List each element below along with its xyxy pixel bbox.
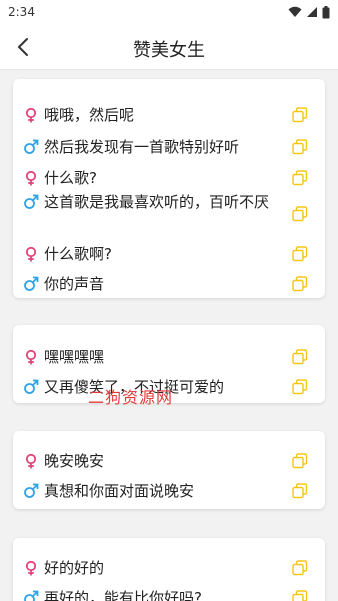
dialog-text: 然后我发现有一首歌特别好听 — [44, 138, 240, 156]
dialog-line: 哦哦，然后呢 — [13, 100, 325, 130]
dialog-text: 这首歌是我最喜欢听的，百听不厌 — [44, 193, 270, 211]
male-icon — [23, 590, 39, 601]
dialog-line: 嘿嘿嘿嘿 — [13, 342, 325, 372]
dialog-text: 哦哦，然后呢 — [44, 106, 135, 124]
signal-icon — [307, 7, 317, 17]
battery-icon — [322, 5, 330, 18]
copy-icon[interactable] — [292, 276, 308, 292]
dialog-text: 真想和你面对面说晚安 — [44, 482, 195, 500]
male-icon — [23, 483, 39, 499]
dialog-line: 什么歌啊? — [13, 239, 325, 269]
dialog-text: 好的好的 — [44, 559, 105, 577]
wifi-icon — [288, 6, 302, 17]
dialog-list[interactable]: 哦哦，然后呢然后我发现有一首歌特别好听 什么歌? 这首歌是我最喜欢听的，百听不厌 什么… — [0, 70, 338, 601]
dialog-line: 什么歌? — [13, 163, 325, 193]
dialog-line: 然后我发现有一首歌特别好听 — [13, 132, 325, 162]
male-icon — [23, 194, 39, 210]
copy-icon[interactable] — [292, 139, 308, 155]
dialog-card: 哦哦，然后呢然后我发现有一首歌特别好听 什么歌? 这首歌是我最喜欢听的，百听不厌 什么… — [13, 79, 325, 298]
male-icon — [23, 276, 39, 292]
dialog-line: 这首歌是我最喜欢听的，百听不厌 — [13, 192, 325, 236]
status-bar: 2:34 — [0, 0, 338, 24]
copy-icon[interactable] — [292, 206, 308, 222]
status-time: 2:34 — [8, 5, 35, 19]
dialog-text: 再好的，能有比你好吗? — [44, 589, 202, 601]
copy-icon[interactable] — [292, 483, 308, 499]
female-icon — [23, 453, 39, 469]
female-icon — [23, 560, 39, 576]
dialog-line: 你的声音 — [13, 269, 325, 299]
male-icon — [23, 379, 39, 395]
status-icons — [288, 5, 330, 19]
copy-icon[interactable] — [292, 246, 308, 262]
watermark-text: 二狗资源网 — [88, 388, 174, 407]
female-icon — [23, 349, 39, 365]
female-icon — [23, 170, 39, 186]
female-icon — [23, 246, 39, 262]
dialog-text: 嘿嘿嘿嘿 — [44, 348, 105, 366]
dialog-line: 好的好的 — [13, 553, 325, 583]
app-bar: 赞美女生 — [0, 24, 338, 70]
dialog-text: 晚安晚安 — [44, 452, 105, 470]
copy-icon[interactable] — [292, 170, 308, 186]
dialog-text: 什么歌? — [44, 169, 97, 187]
copy-icon[interactable] — [292, 379, 308, 395]
dialog-text: 什么歌啊? — [44, 245, 112, 263]
female-icon — [23, 107, 39, 123]
dialog-card: 好的好的再好的，能有比你好吗? — [13, 538, 325, 601]
copy-icon[interactable] — [292, 107, 308, 123]
copy-icon[interactable] — [292, 453, 308, 469]
copy-icon[interactable] — [292, 590, 308, 601]
dialog-line: 真想和你面对面说晚安 — [13, 476, 325, 506]
dialog-line: 晚安晚安 — [13, 446, 325, 476]
male-icon — [23, 139, 39, 155]
dialog-card: 晚安晚安真想和你面对面说晚安 — [13, 431, 325, 509]
copy-icon[interactable] — [292, 560, 308, 576]
page-title: 赞美女生 — [133, 40, 205, 61]
copy-icon[interactable] — [292, 349, 308, 365]
dialog-line: 再好的，能有比你好吗? — [13, 583, 325, 601]
dialog-text: 你的声音 — [44, 275, 105, 293]
